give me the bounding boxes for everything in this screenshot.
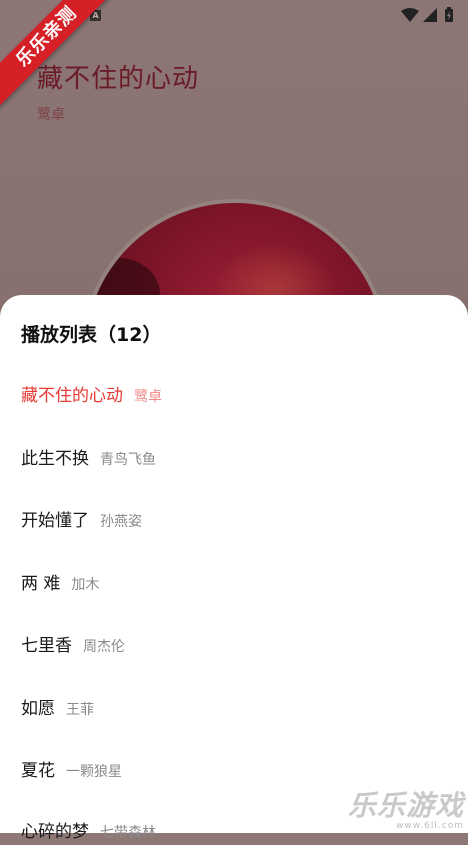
now-playing-title: 藏不住的心动 <box>37 64 200 94</box>
playlist-item-artist: 孙燕姿 <box>100 514 142 530</box>
playlist-item-name: 心碎的梦 <box>21 822 89 842</box>
signal-icon <box>423 8 437 22</box>
site-watermark: 乐乐游戏 www.6ll.com <box>348 784 464 831</box>
playlist-item-artist: 王菲 <box>66 702 94 718</box>
playlist-item[interactable]: 藏不住的心动 鹭卓 <box>21 381 162 409</box>
playlist-item-artist: 鹭卓 <box>134 389 162 405</box>
playlist-sheet: 播放列表（12） 藏不住的心动 鹭卓 此生不换 青鸟飞鱼 开始懂了 孙燕姿 两 … <box>0 295 468 842</box>
playlist-item-name: 七里香 <box>21 636 72 656</box>
playlist-item-artist: 一颗狼星 <box>66 764 122 780</box>
playlist-item[interactable]: 两 难 加木 <box>21 569 99 597</box>
playlist-item[interactable]: 夏花 一颗狼星 <box>21 756 122 784</box>
playlist-title: 播放列表（12） <box>21 324 162 346</box>
status-icons <box>400 7 458 23</box>
playlist-item[interactable]: 心碎的梦 七带森林 <box>21 817 156 845</box>
wifi-icon <box>401 8 419 22</box>
playlist-item-name: 藏不住的心动 <box>21 386 123 406</box>
playlist-item-artist: 青鸟飞鱼 <box>100 452 156 468</box>
playlist-item-artist: 周杰伦 <box>83 639 125 655</box>
watermark-logo: 乐乐游戏 <box>347 789 464 822</box>
playlist-item-name: 此生不换 <box>21 449 89 469</box>
playlist-item-name: 如愿 <box>21 699 55 719</box>
battery-icon <box>445 7 453 22</box>
playlist-item-name: 两 难 <box>21 574 61 594</box>
playlist-item[interactable]: 此生不换 青鸟飞鱼 <box>21 444 156 472</box>
playlist-item-artist: 加木 <box>71 577 100 593</box>
playlist-item[interactable]: 开始懂了 孙燕姿 <box>21 506 142 534</box>
now-playing-artist: 鹭卓 <box>37 107 65 123</box>
playlist-item[interactable]: 如愿 王菲 <box>21 694 94 722</box>
playlist-item-name: 开始懂了 <box>21 511 89 531</box>
playlist-item[interactable]: 七里香 周杰伦 <box>21 631 125 659</box>
playlist-item-artist: 七带森林 <box>100 825 156 841</box>
playlist-item-name: 夏花 <box>21 761 55 781</box>
